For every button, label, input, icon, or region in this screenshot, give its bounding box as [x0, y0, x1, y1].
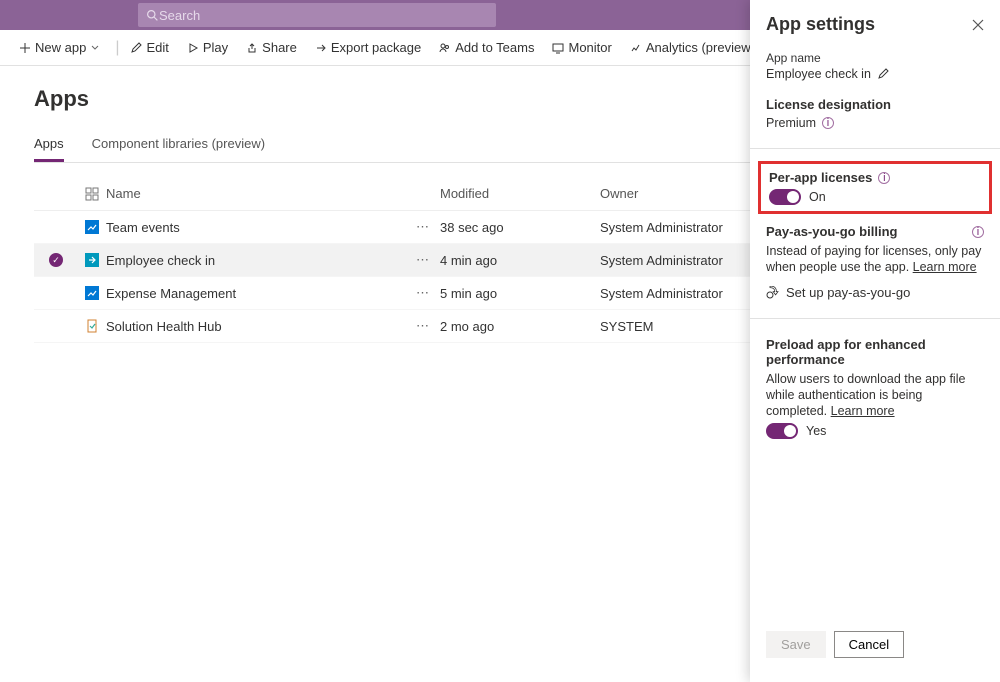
monitor-button[interactable]: Monitor — [545, 36, 618, 59]
edit-label: Edit — [146, 40, 168, 55]
row-more-button[interactable]: ⋯ — [406, 219, 440, 235]
checkmark-icon: ✓ — [49, 253, 63, 267]
export-button[interactable]: Export package — [308, 36, 428, 59]
per-app-state: On — [809, 190, 826, 204]
payg-learn-more-link[interactable]: Learn more — [913, 260, 977, 274]
share-button[interactable]: Share — [239, 36, 304, 59]
play-label: Play — [203, 40, 228, 55]
app-type-icon — [78, 286, 106, 300]
analytics-button[interactable]: Analytics (preview) — [623, 36, 762, 59]
add-teams-label: Add to Teams — [455, 40, 534, 55]
pencil-icon — [877, 68, 889, 80]
plus-icon — [19, 42, 31, 54]
share-icon — [246, 42, 258, 54]
save-button: Save — [766, 631, 826, 658]
info-icon[interactable]: i — [972, 226, 984, 238]
monitor-icon — [552, 42, 564, 54]
panel-title: App settings — [766, 14, 972, 35]
row-select[interactable]: ✓ — [34, 253, 78, 267]
chevron-down-icon — [90, 43, 100, 53]
payg-title: Pay-as-you-go billing — [766, 224, 897, 239]
edit-app-name-button[interactable] — [877, 68, 889, 80]
modified-cell: 5 min ago — [440, 286, 600, 301]
app-name-cell[interactable]: Employee check in — [106, 253, 406, 268]
divider — [750, 318, 1000, 319]
export-label: Export package — [331, 40, 421, 55]
license-designation-label: License designation — [766, 97, 984, 112]
export-icon — [315, 42, 327, 54]
row-more-button[interactable]: ⋯ — [406, 252, 440, 268]
search-box[interactable] — [138, 3, 496, 27]
license-value: Premium — [766, 116, 816, 130]
header-modified[interactable]: Modified — [440, 186, 600, 201]
modified-cell: 38 sec ago — [440, 220, 600, 235]
pencil-icon — [130, 42, 142, 54]
cancel-button[interactable]: Cancel — [834, 631, 904, 658]
modified-cell: 2 mo ago — [440, 319, 600, 334]
preload-title: Preload app for enhanced performance — [766, 337, 984, 367]
teams-icon — [439, 42, 451, 54]
tab-apps[interactable]: Apps — [34, 128, 64, 162]
app-name-cell[interactable]: Team events — [106, 220, 406, 235]
payg-icon — [766, 286, 780, 300]
app-name-value: Employee check in — [766, 67, 871, 81]
header-name[interactable]: Name — [106, 186, 406, 201]
new-app-button[interactable]: New app — [12, 36, 111, 59]
per-app-licenses-highlight: Per-app licenses i On — [758, 161, 992, 214]
app-type-icon — [78, 220, 106, 234]
add-teams-button[interactable]: Add to Teams — [432, 36, 541, 59]
per-app-toggle[interactable] — [769, 189, 801, 205]
analytics-icon — [630, 42, 642, 54]
search-input[interactable] — [159, 8, 488, 23]
analytics-label: Analytics (preview) — [646, 40, 755, 55]
tab-component-libraries[interactable]: Component libraries (preview) — [92, 128, 265, 162]
app-settings-panel: App settings App name Employee check in … — [750, 0, 1000, 682]
search-icon — [146, 9, 159, 22]
header-icon[interactable] — [78, 187, 106, 201]
info-icon[interactable]: i — [822, 117, 834, 129]
play-icon — [187, 42, 199, 54]
close-button[interactable] — [972, 19, 984, 31]
app-name-cell[interactable]: Expense Management — [106, 286, 406, 301]
new-app-label: New app — [35, 40, 86, 55]
per-app-title: Per-app licenses — [769, 170, 872, 185]
info-icon[interactable]: i — [878, 172, 890, 184]
play-button[interactable]: Play — [180, 36, 235, 59]
close-icon — [972, 19, 984, 31]
grid-icon — [85, 187, 99, 201]
app-type-icon — [78, 319, 106, 333]
app-type-icon — [78, 253, 106, 267]
preload-learn-more-link[interactable]: Learn more — [831, 404, 895, 418]
app-name-label: App name — [766, 51, 984, 65]
panel-footer: Save Cancel — [766, 621, 984, 668]
modified-cell: 4 min ago — [440, 253, 600, 268]
edit-button[interactable]: Edit — [123, 36, 175, 59]
setup-payg-button[interactable]: Set up pay-as-you-go — [766, 285, 984, 300]
row-more-button[interactable]: ⋯ — [406, 318, 440, 334]
monitor-label: Monitor — [568, 40, 611, 55]
row-more-button[interactable]: ⋯ — [406, 285, 440, 301]
preload-state: Yes — [806, 424, 826, 438]
setup-payg-label: Set up pay-as-you-go — [786, 285, 910, 300]
preload-toggle[interactable] — [766, 423, 798, 439]
divider — [750, 148, 1000, 149]
share-label: Share — [262, 40, 297, 55]
app-name-cell[interactable]: Solution Health Hub — [106, 319, 406, 334]
